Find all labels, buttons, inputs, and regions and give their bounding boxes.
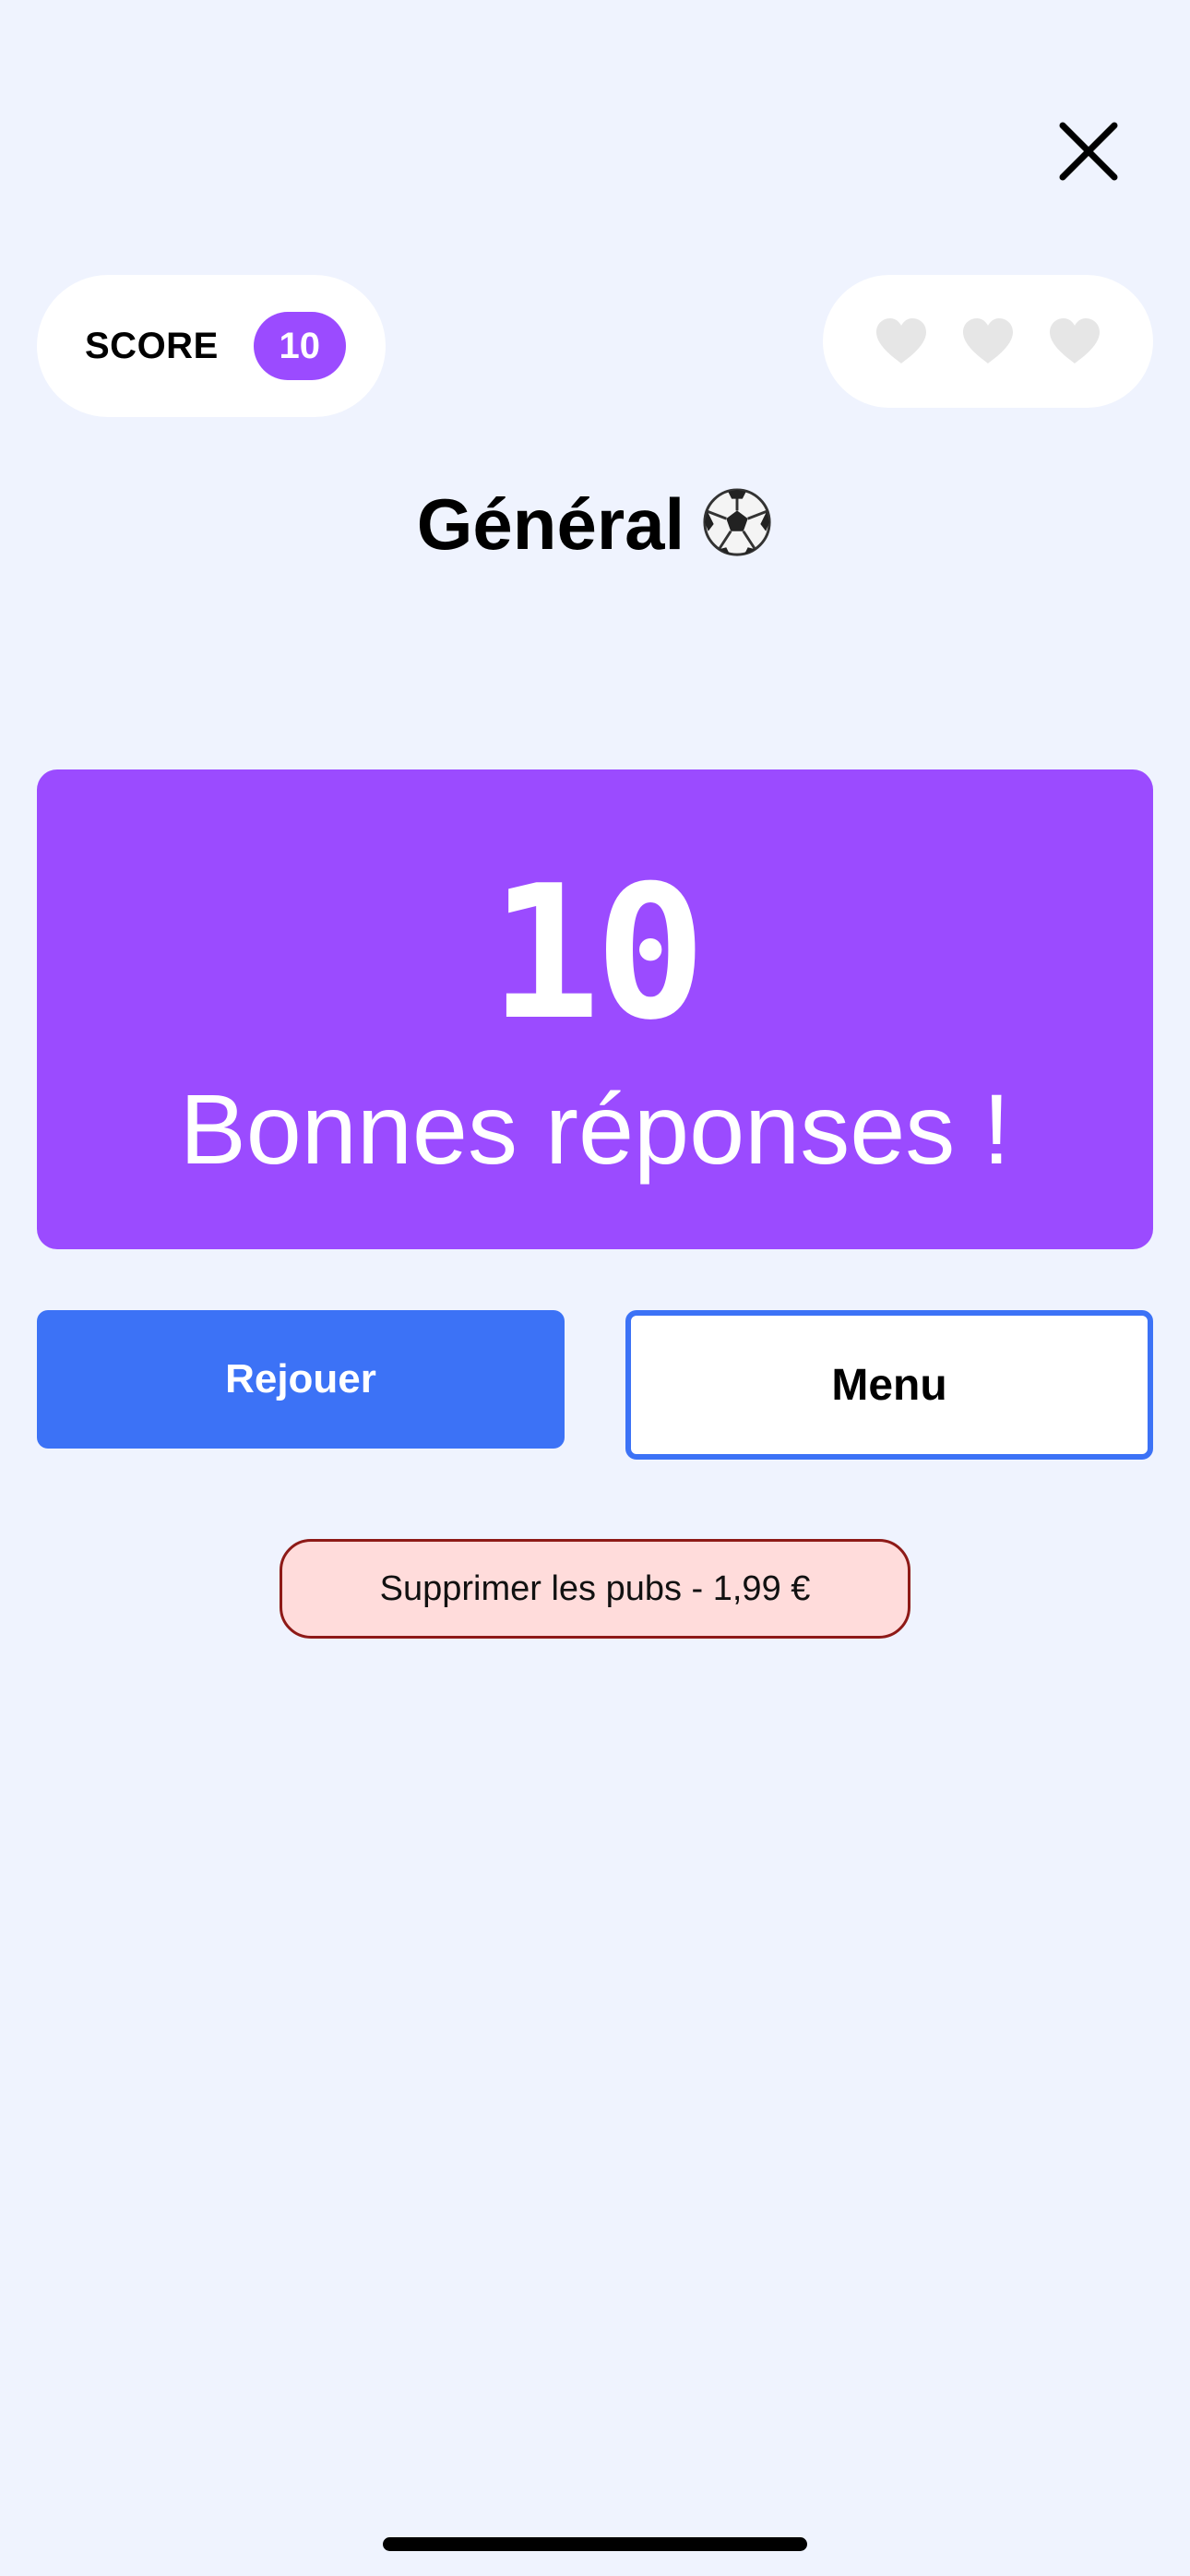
category-title: Général — [0, 478, 1190, 570]
result-card: 10 Bonnes réponses ! — [37, 769, 1153, 1249]
replay-button[interactable]: Rejouer — [37, 1310, 565, 1449]
menu-button[interactable]: Menu — [625, 1310, 1153, 1460]
soccer-ball-icon — [703, 488, 771, 556]
correct-answers-count: 10 — [489, 846, 707, 1061]
score-panel: SCORE 10 — [37, 275, 386, 417]
score-value-badge: 10 — [253, 312, 346, 380]
close-icon — [1059, 122, 1118, 181]
heart-icon — [1050, 318, 1100, 364]
remove-ads-button[interactable]: Supprimer les pubs - 1,99 € — [280, 1539, 910, 1639]
lives-panel — [823, 275, 1153, 408]
heart-icon — [876, 318, 926, 364]
home-indicator[interactable] — [383, 2537, 807, 2551]
score-label: SCORE — [85, 325, 219, 366]
category-title-text: Général — [416, 483, 685, 565]
correct-answers-message: Bonnes réponses ! — [179, 1073, 1011, 1185]
heart-icon — [963, 318, 1013, 364]
close-button[interactable] — [1052, 114, 1125, 188]
